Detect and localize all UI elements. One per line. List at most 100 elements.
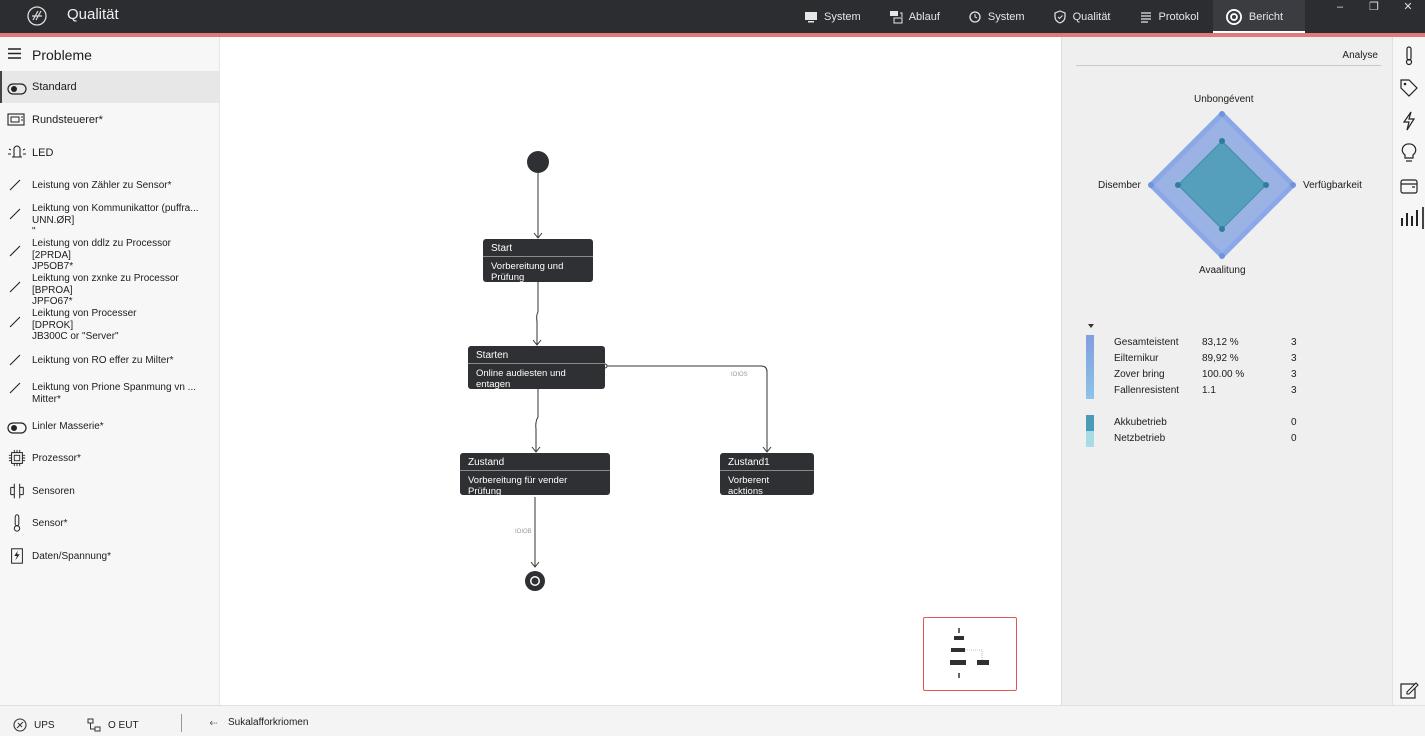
legend-count: 0 [1291, 417, 1297, 428]
node-body: Vorbereitung für vender Prüfung [468, 475, 568, 497]
tab-analyse[interactable]: Analyse [1342, 50, 1378, 61]
sidebar-item-rundsteuerer[interactable]: Rundsteuerer* [0, 109, 220, 131]
toggle-icon [7, 422, 27, 434]
sidebar-item-label: Rundsteuerer* [32, 114, 103, 126]
sidebar-item-leiktung-prione[interactable]: Leiktung von Prione Spanmung vn ... Mitt… [0, 380, 220, 406]
sidebar-item-leistung-ddlz[interactable]: Leistung von ddlz zu Processor [2PRDA] J… [0, 237, 220, 273]
status-ups-label: UPS [34, 719, 55, 731]
line-icon [9, 316, 21, 328]
legend-swatch [1086, 431, 1094, 447]
legend-percent: 1.1 [1202, 385, 1216, 396]
menu-icon[interactable] [8, 48, 21, 59]
legend-percent: 89,92 % [1202, 353, 1239, 364]
minimap[interactable] [923, 617, 1017, 691]
legend-count: 3 [1291, 337, 1297, 348]
sidebar-item-leistung-zaehler[interactable]: Leistung von Zähler zu Sensor* [0, 177, 220, 195]
line-icon [9, 179, 21, 191]
tag-icon[interactable] [1398, 77, 1420, 99]
sidebar-header: Probleme [0, 45, 220, 65]
sidebar-title: Probleme [32, 47, 92, 63]
flow-icon [889, 10, 903, 23]
minimize-button[interactable]: – [1323, 0, 1357, 20]
sidebar-item-label: Sensoren [32, 486, 75, 497]
bulb-icon[interactable] [1398, 142, 1420, 164]
nav-item-qualitaet[interactable]: Qualität [1039, 0, 1125, 33]
radar-point [1174, 182, 1181, 188]
bar-chart-icon[interactable] [1398, 207, 1420, 229]
status-extra-label: Sukalafforkriomen [228, 717, 309, 728]
legend-count: 3 [1291, 369, 1297, 380]
nav-label: Ablauf [908, 10, 940, 23]
restore-button[interactable]: ❐ [1357, 0, 1391, 20]
sidebar-item-label: LED [32, 147, 54, 159]
state-node-start[interactable]: Start Vorbereitung und Prüfung [483, 239, 593, 283]
network-icon [87, 718, 101, 732]
sidebar-item-standard[interactable]: Standard [0, 71, 220, 103]
sidebar-item-label: Leiktung von Prione Spanmung vn ... Mitt… [32, 382, 196, 405]
legend-row: Netzbetrieb 0 [1086, 431, 1346, 447]
app-logo-icon [27, 6, 47, 26]
nav-label: Protokol [1158, 10, 1199, 23]
sidebar-item-label: Leiktung von zxnke zu Processor [BPROA] … [32, 273, 179, 308]
nav-item-bericht[interactable]: Bericht [1212, 0, 1306, 33]
sidebar-item-label: Sensor* [32, 518, 68, 529]
nav-label: Qualität [1072, 10, 1111, 23]
window-controls: – ❐ ✕ [1323, 0, 1425, 20]
chip-icon [8, 449, 26, 467]
radar-axis-label: Unbongévent [1194, 94, 1254, 105]
node-body: Online audiesten und entagen [476, 368, 566, 390]
caret-down-icon[interactable] [1087, 323, 1095, 329]
sidebar-item-sensor[interactable]: Sensor* [0, 513, 220, 533]
sidebar-item-label: Leiktung von Processer [DPROK] JB300C or… [32, 308, 137, 343]
controller-icon [7, 113, 25, 126]
app-title: Qualität [67, 6, 119, 23]
thermometer-icon[interactable] [1398, 45, 1420, 67]
nav-item-ablauf[interactable]: Ablauf [875, 0, 954, 33]
radar-point [1263, 182, 1270, 188]
sidebar-item-daten-spannung[interactable]: Daten/Spannung* [0, 546, 220, 566]
radar-axis-label: Disember [1098, 180, 1141, 191]
sidebar-item-linler-masserie[interactable]: Linler Masserie* [0, 417, 220, 437]
sidebar-item-prozessor[interactable]: Prozessor* [0, 448, 220, 468]
radar-point [1219, 253, 1225, 259]
nav-item-system[interactable]: System [790, 0, 875, 33]
problems-sidebar: Probleme Standard Rundsteuerer* LED Leis… [0, 37, 220, 705]
radar-point [1148, 182, 1154, 188]
status-extra[interactable]: Sukalafforkriomen [206, 717, 308, 728]
legend-name: Netzbetrieb [1114, 433, 1166, 444]
legend-percent: 83,12 % [1202, 337, 1239, 348]
bolt-icon[interactable] [1398, 110, 1420, 132]
sidebar-item-leiktung-zxnke[interactable]: Leiktung von zxnke zu Processor [BPROA] … [0, 273, 220, 309]
sidebar-item-leiktung-processer[interactable]: Leiktung von Processer [DPROK] JB300C or… [0, 308, 220, 344]
sidebar-item-leiktung-kommunikattor[interactable]: Leiktung von Kommunikattor (puffra... UN… [0, 202, 220, 238]
nav-item-protokol[interactable]: Protokol [1125, 0, 1213, 33]
state-node-starten[interactable]: Starten Online audiesten und entagen [468, 346, 605, 390]
radar-point [1290, 182, 1296, 188]
diagram-edges [525, 151, 772, 591]
legend-row: Zover bring 100.00 % 3 [1086, 367, 1346, 383]
sidebar-item-label: Leiktung von Kommunikattor (puffra... UN… [32, 203, 199, 238]
line-icon [9, 382, 21, 394]
radar-point [1219, 137, 1225, 144]
state-node-zustand1[interactable]: Zustand1 Vorberent acktions [720, 453, 814, 497]
wallet-icon[interactable] [1398, 175, 1420, 197]
tab-underline [1076, 65, 1381, 66]
edit-icon[interactable] [1398, 679, 1420, 701]
led-icon [8, 145, 26, 158]
nav-item-system-history[interactable]: System [954, 0, 1039, 33]
state-node-zustand[interactable]: Zustand Vorbereitung für vender Prüfung [460, 453, 610, 497]
status-eut[interactable]: O EUT [86, 717, 139, 733]
close-button[interactable]: ✕ [1391, 0, 1425, 20]
diagram-canvas[interactable]: Start Vorbereitung und Prüfung Starten O… [221, 37, 1059, 705]
rail-selection-indicator [1422, 207, 1424, 229]
edge-label: IOIOS [731, 372, 748, 378]
ups-icon [13, 718, 27, 732]
node-body: Vorbereitung und Prüfung [491, 261, 564, 283]
sidebar-item-sensoren[interactable]: Sensoren [0, 481, 220, 501]
legend-row: Gesamteistent 83,12 % 3 [1086, 335, 1346, 351]
status-ups[interactable]: UPS [12, 717, 55, 733]
initial-state[interactable] [527, 151, 549, 173]
thermometer-icon [13, 514, 21, 532]
sidebar-item-led[interactable]: LED [0, 142, 220, 164]
sidebar-item-leiktung-ro[interactable]: Leiktung von RO effer zu Milter* [0, 352, 220, 370]
